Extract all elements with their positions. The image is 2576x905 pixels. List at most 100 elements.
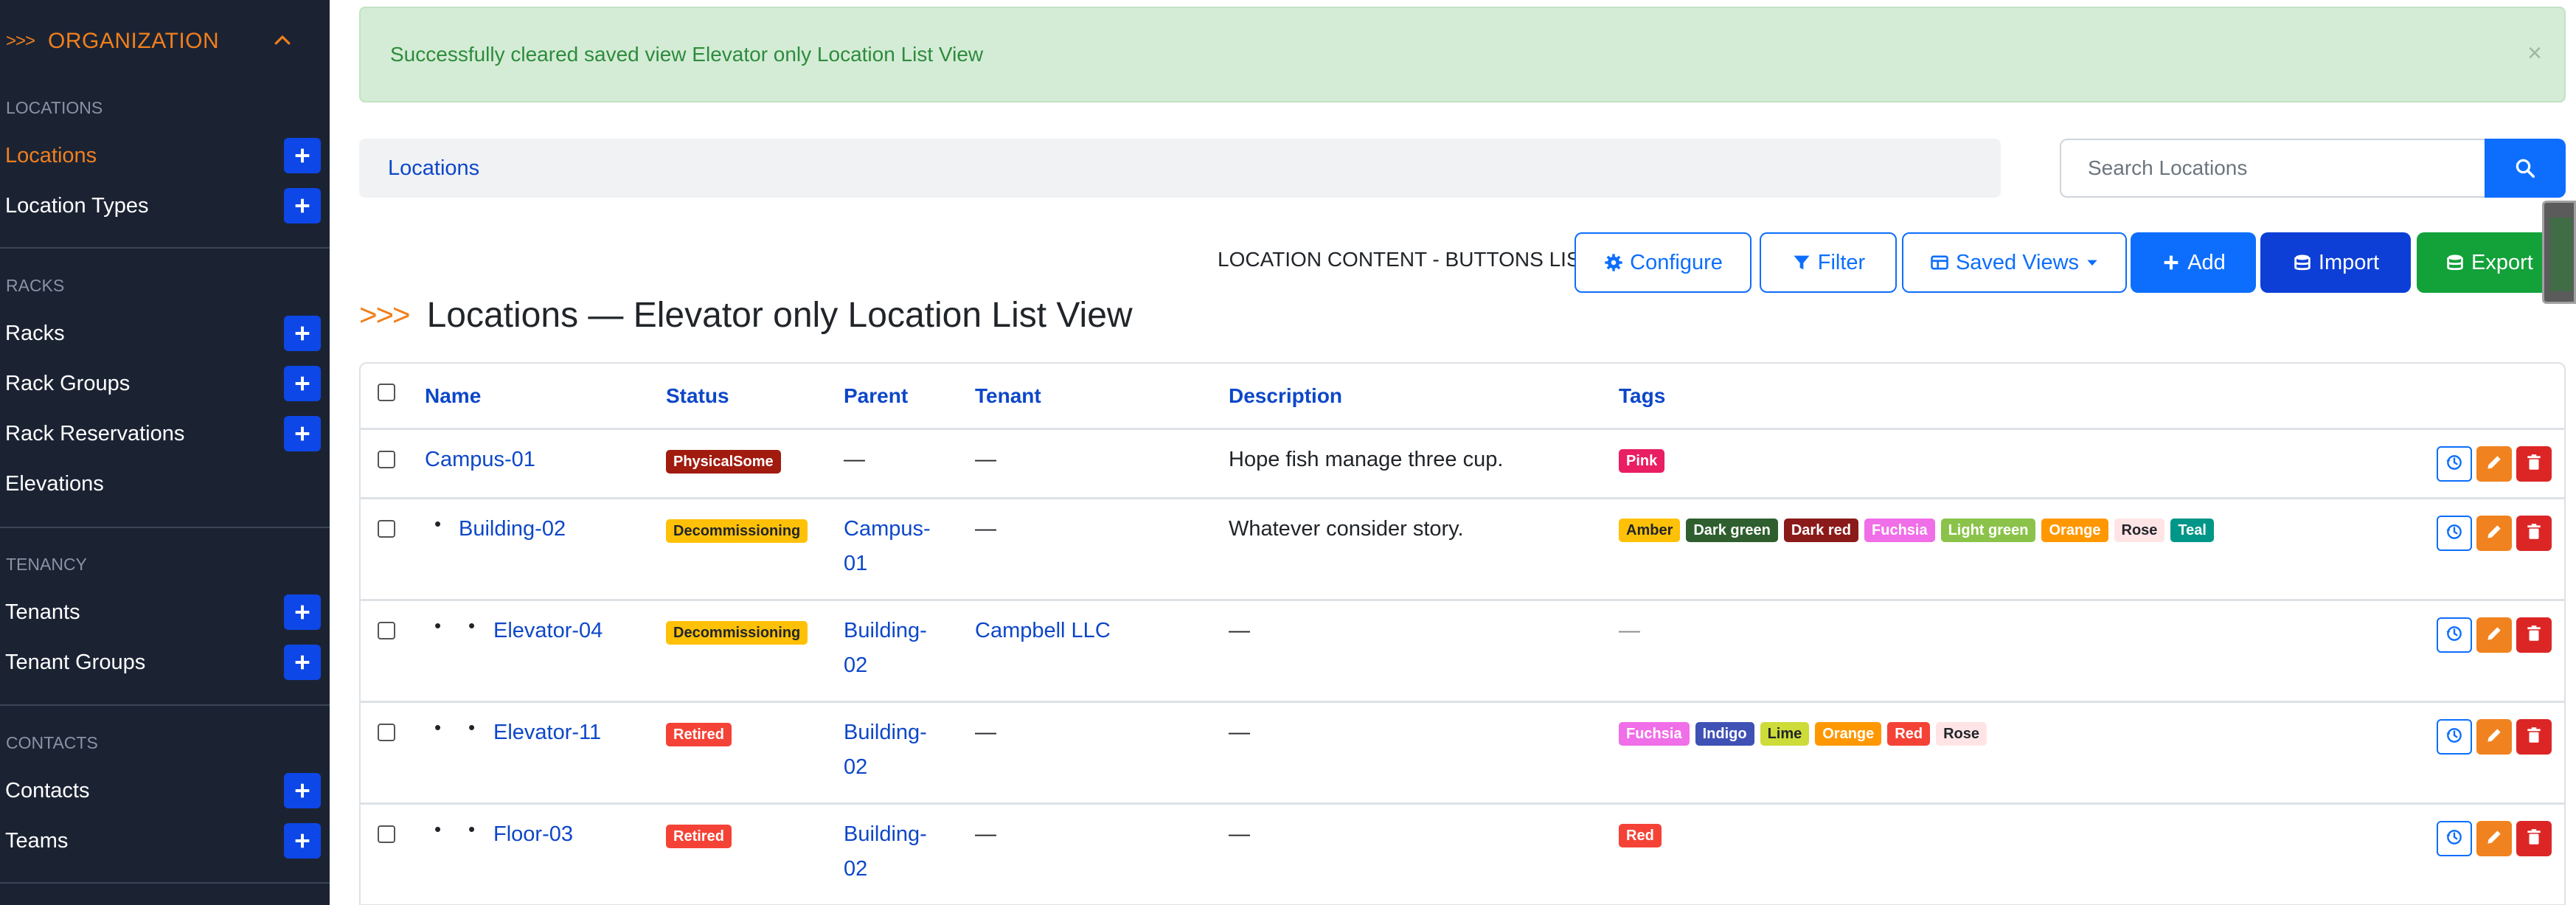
breadcrumb-locations-link[interactable]: Locations: [388, 156, 479, 181]
sidebar-item-racks[interactable]: Racks: [0, 308, 330, 358]
add-contact-button[interactable]: [284, 773, 321, 808]
edit-button[interactable]: [2476, 446, 2512, 482]
tenant-link[interactable]: Campbell LLC: [975, 614, 1111, 648]
delete-button[interactable]: [2516, 516, 2552, 551]
delete-button[interactable]: [2516, 719, 2552, 755]
tag-badge[interactable]: Amber: [1619, 519, 1681, 542]
delete-button[interactable]: [2516, 446, 2552, 482]
tag-badge[interactable]: Lime: [1760, 722, 1810, 746]
delete-button[interactable]: [2516, 821, 2552, 856]
tag-badge[interactable]: Orange: [2041, 519, 2108, 542]
location-name-link[interactable]: Elevator-04: [493, 614, 603, 648]
sidebar-item-rack-reservations[interactable]: Rack Reservations: [0, 409, 330, 459]
column-header-description[interactable]: Description: [1229, 384, 1342, 408]
add-rack-button[interactable]: [284, 316, 321, 351]
tag-badge[interactable]: Pink: [1619, 449, 1665, 473]
sidebar-section-header[interactable]: >>> ORGANIZATION: [0, 0, 330, 83]
history-icon: [2445, 522, 2464, 545]
add-team-button[interactable]: [284, 823, 321, 859]
tag-badge[interactable]: Rose: [2114, 519, 2165, 542]
tag-badge[interactable]: Fuchsia: [1864, 519, 1935, 542]
sidebar-item-rack-groups[interactable]: Rack Groups: [0, 358, 330, 409]
tenant-cell: —: [975, 822, 996, 846]
status-badge: Decommissioning: [666, 621, 808, 645]
history-button[interactable]: [2437, 516, 2472, 551]
plus-icon: [295, 198, 310, 213]
add-tenant-button[interactable]: [284, 594, 321, 630]
pencil-icon: [2485, 828, 2504, 850]
filter-button[interactable]: Filter: [1760, 232, 1897, 293]
tag-badge[interactable]: Dark red: [1783, 519, 1859, 542]
add-button[interactable]: Add: [2131, 232, 2256, 293]
plus-icon: [295, 326, 310, 341]
location-name-link[interactable]: Floor-03: [493, 817, 573, 852]
parent-link[interactable]: Building- 02: [844, 614, 927, 683]
sidebar-item-teams[interactable]: Teams: [0, 816, 330, 866]
parent-link[interactable]: Building- 02: [844, 817, 927, 887]
sidebar-item-locations[interactable]: Locations: [0, 131, 330, 181]
sidebar-item-contacts[interactable]: Contacts: [0, 766, 330, 816]
row-checkbox[interactable]: [378, 825, 395, 843]
edit-button[interactable]: [2476, 821, 2512, 856]
search-icon: [2516, 159, 2535, 178]
tree-depth-bullet: •: [468, 614, 476, 637]
tag-badge[interactable]: Fuchsia: [1619, 722, 1690, 746]
tree-depth-bullet: •: [434, 818, 442, 840]
tag-badge[interactable]: Orange: [1815, 722, 1882, 746]
chevron-up-icon[interactable]: [271, 30, 294, 52]
sidebar-item-tenants[interactable]: Tenants: [0, 587, 330, 637]
tags-cell: Amber Dark green Dark red Fuchsia Light gree…: [1619, 519, 2220, 542]
column-header-tenant[interactable]: Tenant: [975, 384, 1041, 408]
edit-button[interactable]: [2476, 617, 2512, 653]
alert-message: Successfully cleared saved view Elevator…: [390, 43, 984, 66]
trash-icon: [2524, 828, 2544, 850]
row-checkbox[interactable]: [378, 451, 395, 468]
column-header-parent[interactable]: Parent: [844, 384, 908, 408]
tag-badge[interactable]: Teal: [2170, 519, 2214, 542]
history-button[interactable]: [2437, 446, 2472, 482]
tag-badge[interactable]: Rose: [1936, 722, 1987, 746]
import-button[interactable]: Import: [2260, 232, 2411, 293]
saved-views-button[interactable]: Saved Views: [1902, 232, 2127, 293]
history-button[interactable]: [2437, 617, 2472, 653]
status-cell: Retired: [666, 715, 737, 750]
sidebar-item-elevations[interactable]: Elevations: [0, 459, 330, 509]
location-name-link[interactable]: Building-02: [459, 512, 566, 547]
configure-button[interactable]: Configure: [1575, 232, 1752, 293]
add-location-button[interactable]: [284, 138, 321, 173]
parent-link[interactable]: Campus- 01: [844, 512, 931, 581]
select-all-checkbox[interactable]: [378, 384, 395, 401]
status-cell: Decommissioning: [666, 614, 813, 648]
add-rack-group-button[interactable]: [284, 366, 321, 401]
search-button[interactable]: [2485, 139, 2566, 198]
tag-badge[interactable]: Red: [1619, 824, 1662, 847]
search-input[interactable]: [2060, 139, 2485, 198]
delete-button[interactable]: [2516, 617, 2552, 653]
sidebar-item-location-types[interactable]: Location Types: [0, 181, 330, 231]
location-name-link[interactable]: Elevator-11: [493, 715, 601, 750]
close-icon[interactable]: ×: [2527, 39, 2542, 68]
debug-toolbar-handle[interactable]: [2542, 201, 2576, 304]
tag-badge[interactable]: Light green: [1940, 519, 2036, 542]
add-tenant-group-button[interactable]: [284, 645, 321, 680]
add-rack-reservation-button[interactable]: [284, 416, 321, 451]
pencil-icon: [2485, 453, 2504, 476]
row-checkbox[interactable]: [378, 520, 395, 538]
tag-badge[interactable]: Dark green: [1686, 519, 1778, 542]
tree-depth-bullet: •: [468, 818, 476, 840]
edit-button[interactable]: [2476, 719, 2512, 755]
row-checkbox[interactable]: [378, 622, 395, 639]
column-header-name[interactable]: Name: [425, 384, 481, 408]
edit-button[interactable]: [2476, 516, 2512, 551]
tag-badge[interactable]: Indigo: [1695, 722, 1754, 746]
sidebar-item-tenant-groups[interactable]: Tenant Groups: [0, 637, 330, 687]
history-button[interactable]: [2437, 719, 2472, 755]
tag-badge[interactable]: Red: [1887, 722, 1931, 746]
row-checkbox[interactable]: [378, 724, 395, 741]
column-header-status[interactable]: Status: [666, 384, 729, 408]
add-location-type-button[interactable]: [284, 188, 321, 223]
parent-link[interactable]: Building- 02: [844, 715, 927, 785]
location-name-link[interactable]: Campus-01: [425, 443, 535, 477]
column-header-tags[interactable]: Tags: [1619, 384, 1665, 408]
history-button[interactable]: [2437, 821, 2472, 856]
